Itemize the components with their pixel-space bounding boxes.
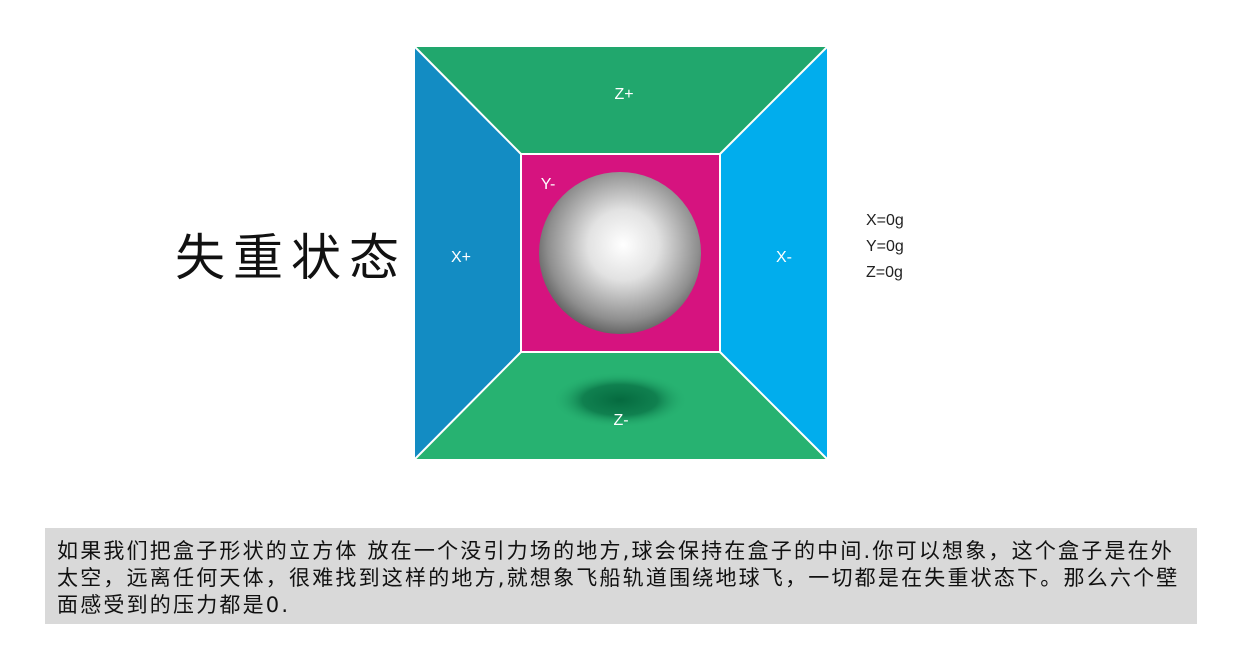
- label-right: X-: [776, 249, 792, 266]
- label-bottom: Z-: [613, 412, 628, 429]
- readout-x: X=0g: [866, 212, 904, 229]
- readout-y: Y=0g: [866, 238, 904, 255]
- label-back: Y-: [541, 176, 556, 193]
- floating-ball: [539, 172, 701, 334]
- caption-text: 如果我们把盒子形状的立方体 放在一个没引力场的地方,球会保持在盒子的中间.你可以…: [45, 528, 1197, 624]
- label-left: X+: [451, 249, 471, 266]
- label-top: Z+: [614, 86, 633, 103]
- readout-z: Z=0g: [866, 264, 903, 281]
- gravity-readout: X=0g Y=0g Z=0g: [866, 208, 904, 286]
